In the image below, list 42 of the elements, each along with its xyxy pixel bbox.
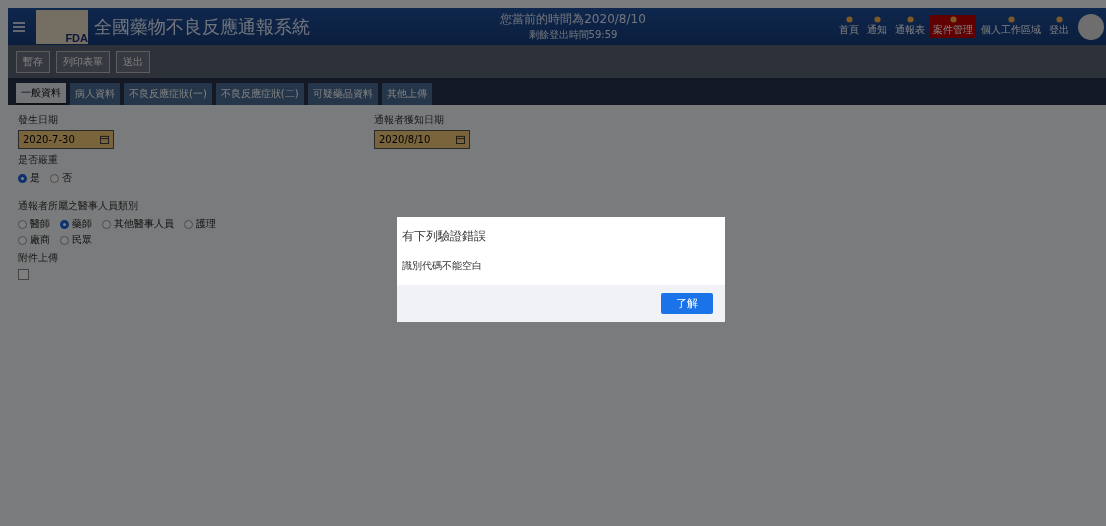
nav-button[interactable]: 通知 <box>864 15 890 38</box>
date-field[interactable]: 2020/8/10 <box>374 130 470 149</box>
avatar-icon[interactable] <box>1078 13 1104 40</box>
dot-icon <box>949 16 957 23</box>
app-title: 全國藥物不良反應通報系統 <box>94 14 310 39</box>
nav-button[interactable]: 通報表 <box>892 15 928 38</box>
nav-button[interactable]: 個人工作區域 <box>978 15 1044 38</box>
date-field[interactable]: 2020-7-30 <box>18 130 114 149</box>
field-label: 發生日期 <box>18 113 59 127</box>
logo: FDA <box>36 9 88 44</box>
radio-option[interactable]: 醫師 <box>18 217 50 231</box>
tab[interactable]: 病人資料 <box>70 83 120 105</box>
dialog-message: 識別代碼不能空白 <box>401 259 483 273</box>
radio-option[interactable]: 否 <box>50 171 72 185</box>
calendar-icon[interactable] <box>100 135 109 144</box>
nav-button[interactable]: 登出 <box>1046 15 1072 38</box>
radio-option[interactable]: 其他醫事人員 <box>102 217 174 231</box>
nav-button[interactable]: 首頁 <box>836 15 862 38</box>
date-text: 您當前的時間為2020/8/10 <box>500 11 646 28</box>
dialog-title: 有下列驗證錯誤 <box>401 228 487 245</box>
checkbox[interactable] <box>18 269 29 280</box>
dot-icon <box>845 16 853 23</box>
calendar-icon[interactable] <box>456 135 465 144</box>
nav-button[interactable]: 案件管理 <box>930 15 976 38</box>
field-label: 通報者獲知日期 <box>374 113 445 127</box>
dot-icon <box>906 16 914 23</box>
radio-option[interactable]: 藥師 <box>60 217 92 231</box>
menu-icon[interactable] <box>12 20 26 33</box>
radio-option[interactable]: 是 <box>18 171 40 185</box>
dot-icon <box>873 16 881 23</box>
dot-icon <box>1055 16 1063 23</box>
radio-option[interactable]: 民眾 <box>60 233 92 247</box>
field-label: 通報者所屬之醫事人員類別 <box>18 199 138 213</box>
ok-button[interactable]: 了解 <box>661 293 713 314</box>
dot-icon <box>1007 16 1015 23</box>
field-label: 附件上傳 <box>18 251 58 265</box>
session-text: 剩餘登出時間59:59 <box>528 28 618 42</box>
radio-option[interactable]: 護理 <box>184 217 216 231</box>
radio-option[interactable]: 廠商 <box>18 233 50 247</box>
tab[interactable]: 可疑藥品資料 <box>307 83 378 105</box>
tab[interactable]: 其他上傳 <box>381 83 432 105</box>
field-label: 是否嚴重 <box>18 153 58 167</box>
